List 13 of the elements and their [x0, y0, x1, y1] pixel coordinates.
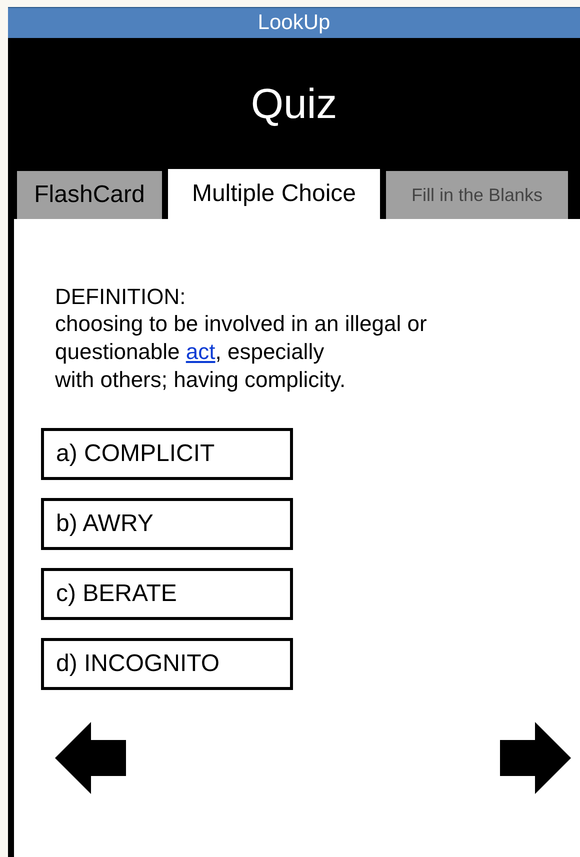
previous-arrow-icon[interactable]: [55, 722, 126, 794]
definition-link[interactable]: act: [186, 339, 216, 364]
definition-text: choosing to be involved in an illegal or questionable act, especially with others; having complicity.: [55, 310, 428, 394]
definition-label: DEFINITION:: [55, 284, 187, 310]
answer-option[interactable]: c) BERATE: [41, 568, 293, 620]
tab[interactable]: Multiple Choice: [168, 169, 380, 219]
answer-option[interactable]: d) INCOGNITO: [41, 638, 293, 690]
tab[interactable]: FlashCard: [17, 171, 162, 219]
next-arrow-icon[interactable]: [500, 722, 571, 794]
answer-option[interactable]: a) COMPLICIT: [41, 428, 293, 480]
answer-option[interactable]: b) AWRY: [41, 498, 293, 550]
window-title: LookUp: [258, 10, 330, 36]
page-title: Quiz: [250, 80, 338, 128]
